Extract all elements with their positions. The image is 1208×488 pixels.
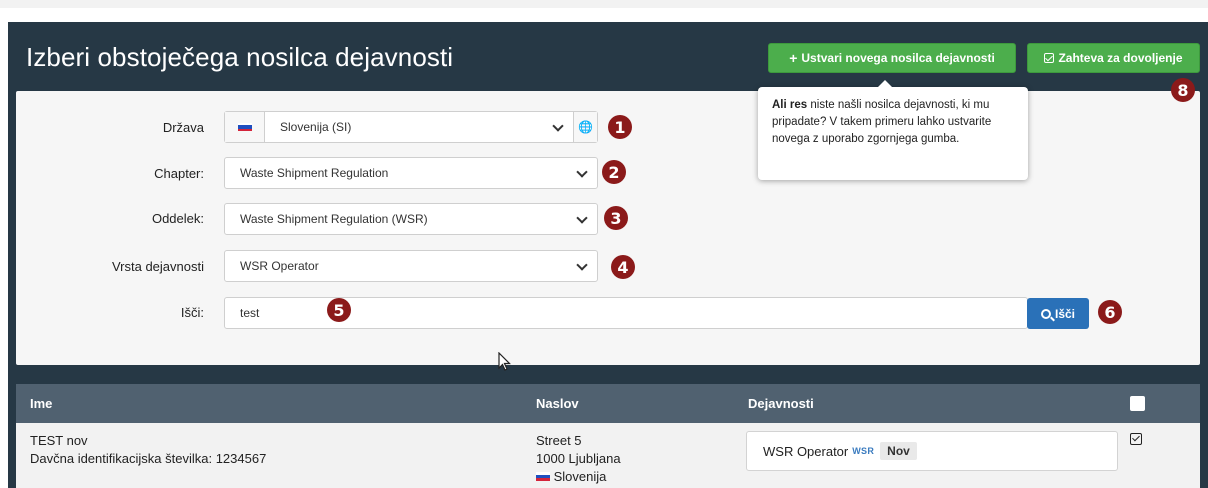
column-address: Naslov	[536, 396, 579, 411]
activity-box: WSR Operator WSR Nov	[746, 431, 1118, 471]
department-value: Waste Shipment Regulation (WSR)	[240, 212, 428, 226]
address-country: Slovenija	[536, 468, 621, 486]
country-value: Slovenija (SI)	[280, 120, 352, 134]
plus-icon: +	[789, 50, 798, 66]
search-icon	[1040, 308, 1051, 319]
chevron-down-icon	[577, 261, 587, 271]
checkbox-icon	[1044, 53, 1055, 63]
country-select[interactable]: Slovenija (SI) 🌐	[224, 111, 598, 143]
operator-name: TEST nov	[30, 433, 88, 448]
chevron-down-icon	[577, 214, 587, 224]
chapter-value: Waste Shipment Regulation	[240, 166, 389, 180]
chevron-down-icon	[553, 122, 563, 132]
address-country-label: Slovenija	[553, 469, 607, 484]
create-operator-button[interactable]: + Ustvari novega nosilca dejavnosti	[768, 43, 1016, 73]
top-strip	[0, 0, 1208, 8]
tooltip-bold: Ali res	[772, 99, 808, 111]
callout-badge-4: 4	[611, 255, 635, 279]
search-label: Išči:	[180, 305, 204, 320]
globe-icon[interactable]: 🌐	[573, 112, 597, 142]
department-select[interactable]: Waste Shipment Regulation (WSR)	[224, 203, 598, 235]
country-label: Država	[162, 120, 204, 135]
chapter-label: Chapter:	[154, 166, 204, 181]
row-select-checkbox[interactable]	[1130, 433, 1142, 445]
activity-type-select[interactable]: WSR Operator	[224, 250, 598, 282]
permit-request-button[interactable]: Zahteva za dovoljenje	[1027, 43, 1200, 73]
create-operator-label: Ustvari novega nosilca dejavnosti	[801, 51, 995, 65]
permit-request-label: Zahteva za dovoljenje	[1058, 51, 1183, 65]
results-table-header: Ime Naslov Dejavnosti	[16, 384, 1200, 423]
slovenia-flag-icon	[237, 122, 252, 132]
table-row[interactable]: TEST nov Davčna identifikacijska številk…	[16, 423, 1200, 488]
search-button[interactable]: Išči	[1027, 298, 1089, 329]
activity-name: WSR Operator	[763, 443, 849, 459]
slovenia-flag-icon	[536, 472, 550, 481]
callout-badge-3: 3	[604, 206, 628, 230]
column-activities: Dejavnosti	[748, 396, 814, 411]
chevron-down-icon	[577, 168, 587, 178]
search-button-label: Išči	[1054, 306, 1075, 321]
department-label: Oddelek:	[151, 211, 204, 226]
activity-code: WSR	[852, 446, 875, 456]
address-street: Street 5	[536, 433, 582, 448]
hint-tooltip: Ali res niste našli nosilca dejavnosti, …	[758, 80, 1028, 180]
callout-badge-8: 8	[1171, 78, 1195, 102]
activity-type-value: WSR Operator	[240, 259, 319, 273]
chapter-select[interactable]: Waste Shipment Regulation	[224, 157, 598, 189]
callout-badge-2: 2	[602, 160, 626, 184]
callout-badge-5: 5	[327, 298, 351, 322]
activity-type-label: Vrsta dejavnosti	[111, 259, 204, 274]
callout-badge-6: 6	[1098, 300, 1122, 324]
select-all-checkbox[interactable]	[1130, 396, 1145, 411]
page-title: Izberi obstoječega nosilca dejavnosti	[26, 42, 454, 72]
address-city: 1000 Ljubljana	[536, 451, 621, 466]
country-flag	[225, 112, 265, 142]
column-name: Ime	[30, 396, 53, 411]
callout-badge-1: 1	[608, 115, 632, 139]
activity-tag: Nov	[880, 442, 917, 460]
operator-tax-id: Davčna identifikacijska številka: 123456…	[30, 451, 267, 466]
